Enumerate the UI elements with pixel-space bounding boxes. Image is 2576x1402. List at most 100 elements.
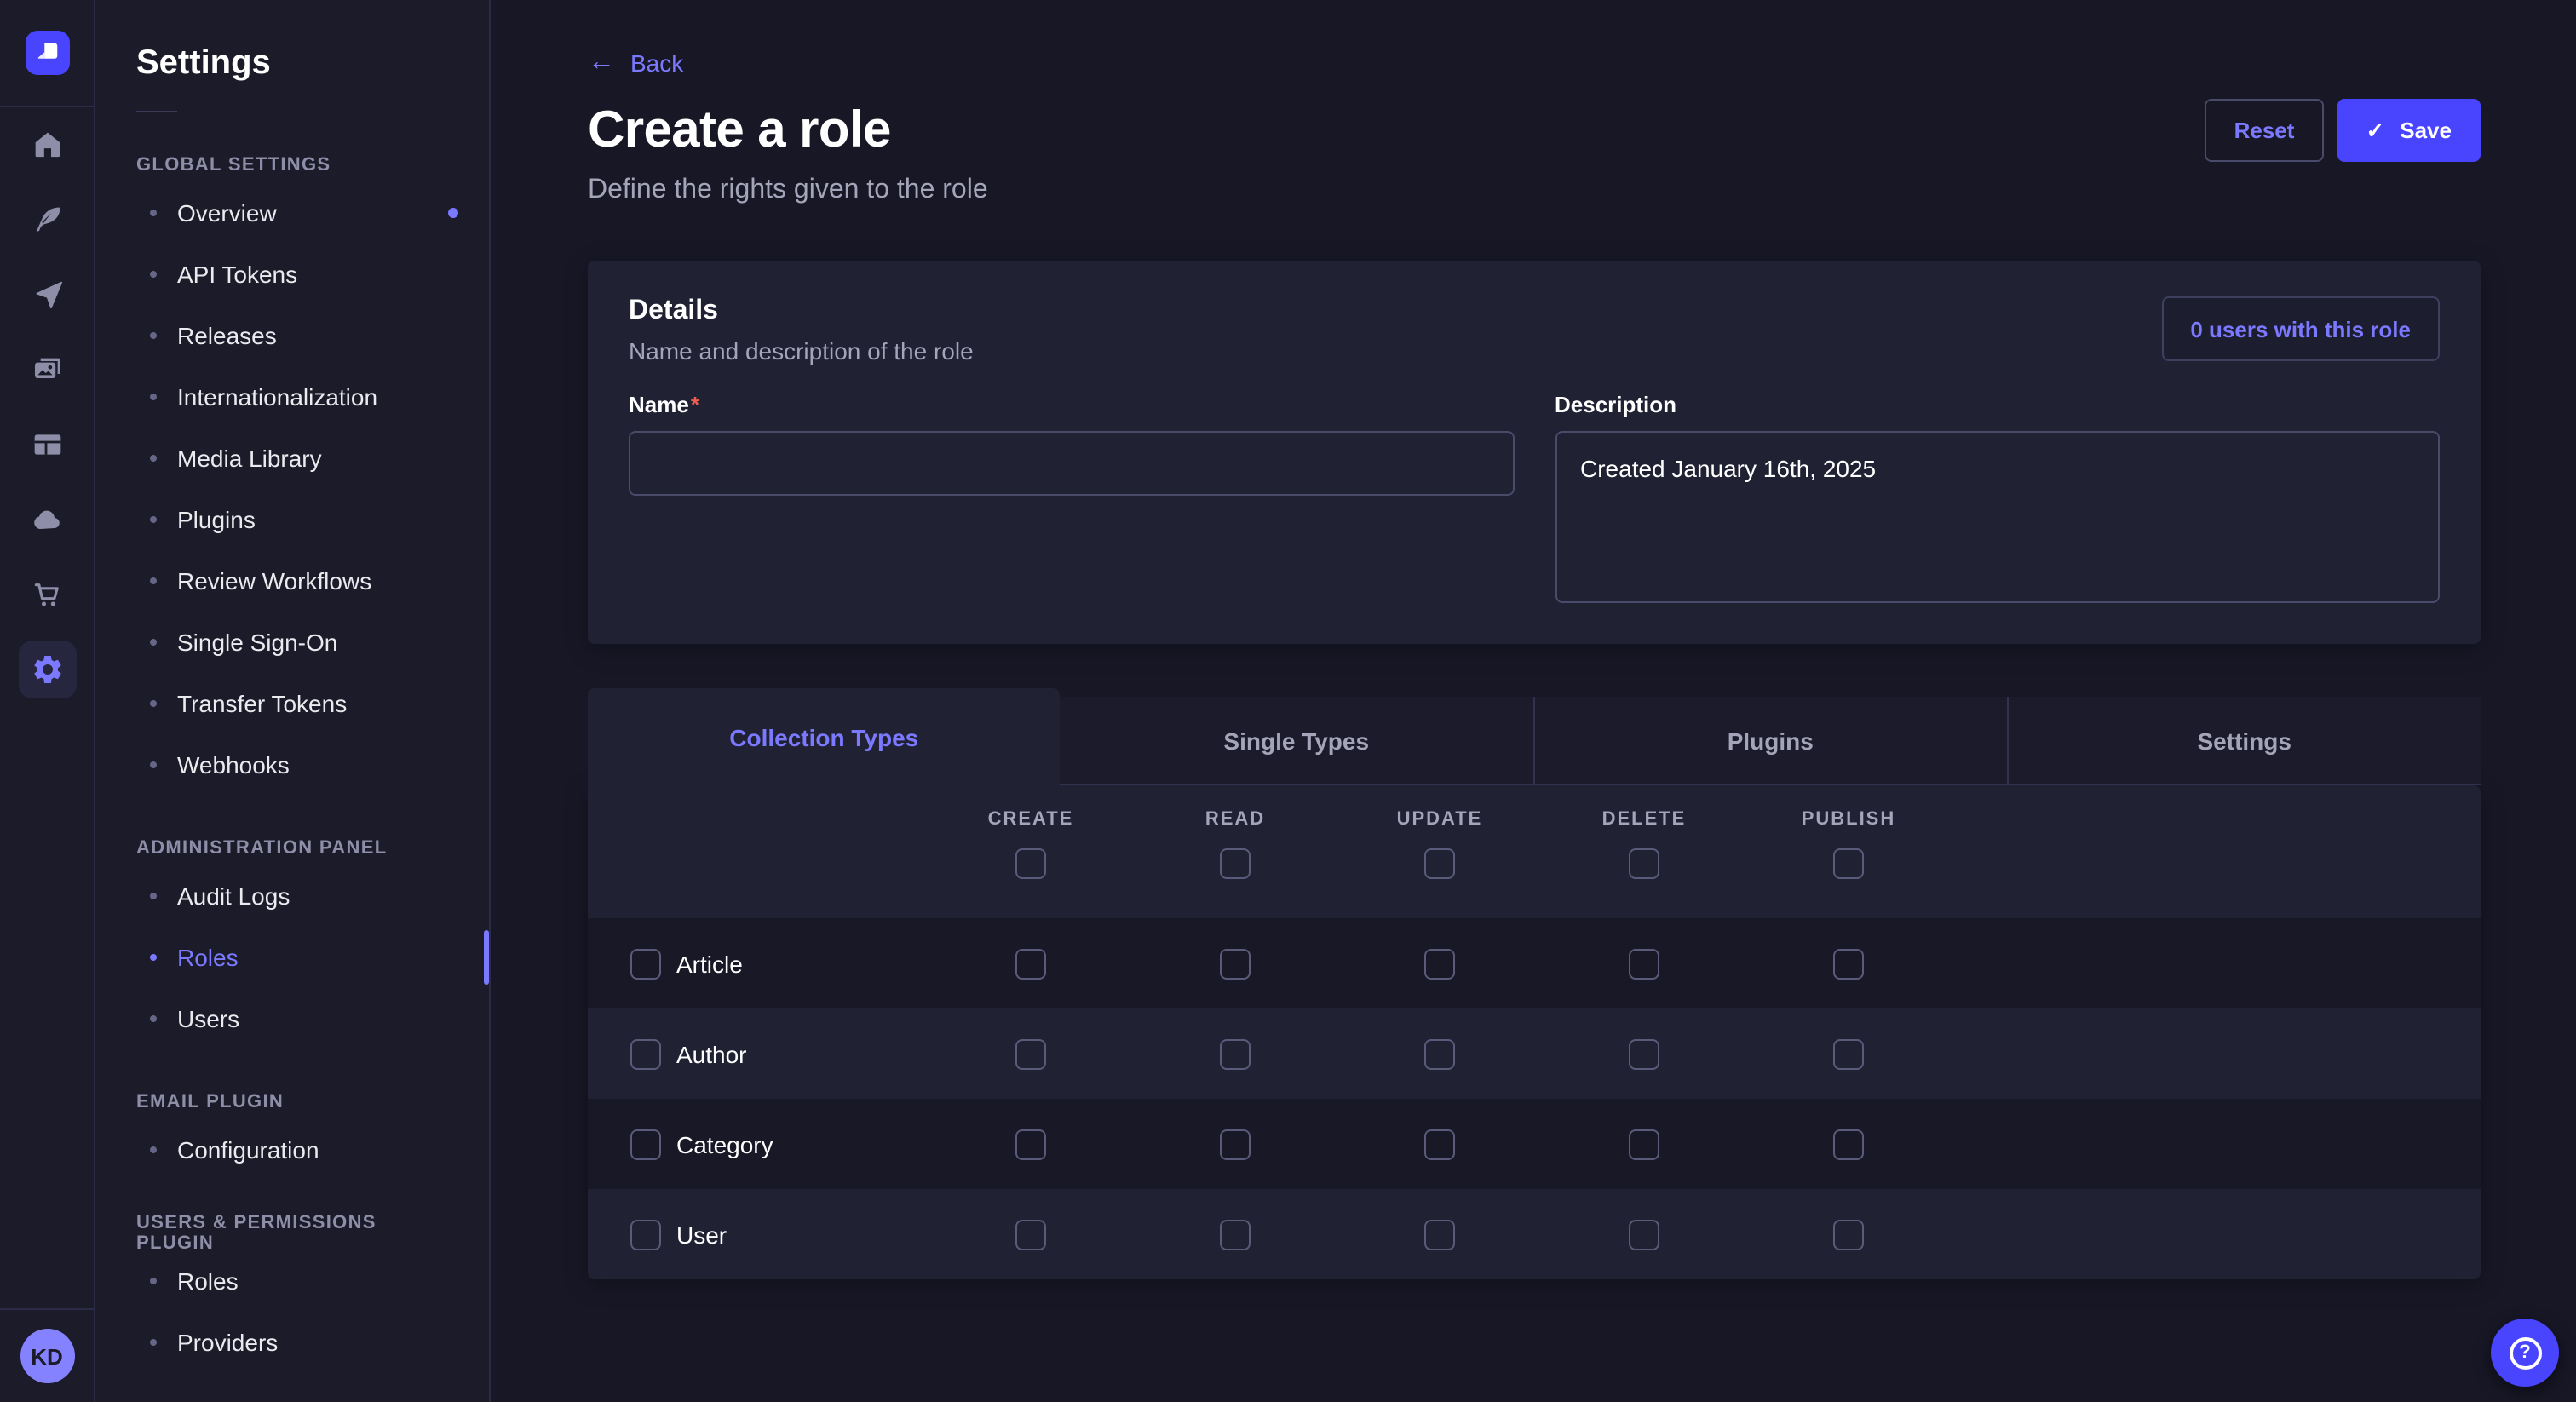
checkbox-user-update[interactable]	[1424, 1219, 1455, 1250]
settings-active-tile	[18, 641, 76, 698]
sidebar-item-webhooks[interactable]: Webhooks	[136, 734, 448, 796]
checkbox-category-delete[interactable]	[1629, 1129, 1659, 1159]
back-link[interactable]: ← Back	[588, 49, 683, 77]
active-item-indicator	[484, 930, 489, 985]
sidebar-item-plugins[interactable]: Plugins	[136, 489, 448, 550]
checkbox-all-create[interactable]	[1015, 848, 1046, 879]
checkbox-all-publish[interactable]	[1833, 848, 1864, 879]
table-row-category: Category	[588, 1099, 2481, 1189]
checkbox-row-author[interactable]	[630, 1038, 661, 1069]
sidebar-item-roles-up[interactable]: Roles	[136, 1250, 448, 1312]
user-avatar[interactable]: KD	[20, 1329, 74, 1383]
bullet-icon	[150, 332, 157, 339]
bullet-icon	[150, 210, 157, 216]
row-label-cell: Category	[588, 1129, 929, 1159]
sidebar-item-label: API Tokens	[177, 261, 297, 288]
sidebar-item-overview[interactable]: Overview	[136, 182, 448, 244]
help-button[interactable]: ?	[2491, 1319, 2559, 1387]
sidebar-item-configuration[interactable]: Configuration	[136, 1119, 448, 1181]
bullet-icon	[150, 1278, 157, 1284]
sidebar-item-media-library[interactable]: Media Library	[136, 428, 448, 489]
checkbox-category-update[interactable]	[1424, 1129, 1455, 1159]
checkbox-article-create[interactable]	[1015, 948, 1046, 979]
sidebar-item-roles-admin[interactable]: Roles	[136, 927, 448, 988]
header-spacer	[588, 785, 929, 918]
bullet-icon	[150, 639, 157, 646]
notification-dot	[448, 208, 458, 218]
name-field-group: Name*	[629, 392, 1514, 603]
bullet-icon	[150, 1339, 157, 1346]
tab-collection-types[interactable]: Collection Types	[588, 688, 1061, 785]
sidebar-item-label: Webhooks	[177, 751, 290, 779]
checkbox-article-delete[interactable]	[1629, 948, 1659, 979]
settings-gear-icon[interactable]	[0, 632, 95, 707]
checkbox-category-read[interactable]	[1220, 1129, 1251, 1159]
bullet-icon	[150, 394, 157, 400]
checkbox-author-delete[interactable]	[1629, 1038, 1659, 1069]
cloud-icon[interactable]	[0, 482, 95, 557]
checkbox-user-read[interactable]	[1220, 1219, 1251, 1250]
tab-plugins[interactable]: Plugins	[1532, 697, 2007, 785]
description-label: Description	[1555, 392, 2440, 417]
checkbox-all-delete[interactable]	[1629, 848, 1659, 879]
name-input[interactable]	[629, 431, 1514, 496]
sidebar-item-api-tokens[interactable]: API Tokens	[136, 244, 448, 305]
checkbox-author-update[interactable]	[1424, 1038, 1455, 1069]
checkbox-category-create[interactable]	[1015, 1129, 1046, 1159]
checkbox-author-publish[interactable]	[1833, 1038, 1864, 1069]
sidebar-item-releases[interactable]: Releases	[136, 305, 448, 366]
sidebar-item-transfer-tokens[interactable]: Transfer Tokens	[136, 673, 448, 734]
checkbox-row-article[interactable]	[630, 948, 661, 979]
checkbox-author-create[interactable]	[1015, 1038, 1046, 1069]
description-textarea[interactable]: Created January 16th, 2025	[1555, 431, 2440, 603]
sidebar-item-single-sign-on[interactable]: Single Sign-On	[136, 612, 448, 673]
users-with-role-button[interactable]: 0 users with this role	[2161, 296, 2440, 361]
back-arrow-icon: ←	[588, 49, 615, 77]
settings-subnav: Settings GLOBAL SETTINGS Overview API To…	[95, 0, 491, 1402]
bullet-icon	[150, 271, 157, 278]
layout-icon[interactable]	[0, 407, 95, 482]
checkbox-row-user[interactable]	[630, 1219, 661, 1250]
details-fields: Name* Description Created January 16th, …	[629, 392, 2440, 603]
sidebar-item-review-workflows[interactable]: Review Workflows	[136, 550, 448, 612]
checkbox-category-publish[interactable]	[1833, 1129, 1864, 1159]
page-title: Create a role	[588, 101, 891, 159]
feather-icon[interactable]	[0, 182, 95, 257]
sidebar-item-audit-logs[interactable]: Audit Logs	[136, 865, 448, 927]
tab-settings[interactable]: Settings	[2007, 697, 2481, 785]
checkbox-user-publish[interactable]	[1833, 1219, 1864, 1250]
reset-button[interactable]: Reset	[2205, 99, 2324, 162]
checkbox-user-delete[interactable]	[1629, 1219, 1659, 1250]
checkbox-all-update[interactable]	[1424, 848, 1455, 879]
tab-single-types[interactable]: Single Types	[1061, 697, 1533, 785]
table-row-user: User	[588, 1189, 2481, 1279]
home-icon[interactable]	[0, 107, 95, 182]
sidebar-item-providers[interactable]: Providers	[136, 1312, 448, 1373]
checkbox-author-read[interactable]	[1220, 1038, 1251, 1069]
column-create: CREATE	[929, 785, 1133, 918]
checkbox-article-read[interactable]	[1220, 948, 1251, 979]
bullet-icon	[150, 893, 157, 899]
checkbox-row-category[interactable]	[630, 1129, 661, 1159]
checkbox-article-update[interactable]	[1424, 948, 1455, 979]
paper-plane-icon[interactable]	[0, 257, 95, 332]
name-label: Name*	[629, 392, 1514, 417]
main-content: ← Back Create a role Reset ✓ Save Define…	[491, 0, 2576, 1402]
checkbox-user-create[interactable]	[1015, 1219, 1046, 1250]
check-icon: ✓	[2366, 117, 2384, 144]
sidebar-item-label: Transfer Tokens	[177, 690, 347, 717]
save-button[interactable]: ✓ Save	[2337, 99, 2481, 162]
permissions-panel: CREATE READ UPDATE DELETE	[588, 785, 2481, 1279]
sidebar-item-label: Overview	[177, 199, 277, 227]
subnav-divider	[136, 111, 177, 112]
details-subtitle: Name and description of the role	[629, 337, 974, 365]
strapi-logo[interactable]	[25, 31, 69, 75]
checkbox-article-publish[interactable]	[1833, 948, 1864, 979]
row-label: Article	[676, 950, 743, 977]
sidebar-item-internationalization[interactable]: Internationalization	[136, 366, 448, 428]
sidebar-item-users[interactable]: Users	[136, 988, 448, 1049]
media-library-icon[interactable]	[0, 332, 95, 407]
cart-icon[interactable]	[0, 557, 95, 632]
column-delete: DELETE	[1542, 785, 1746, 918]
checkbox-all-read[interactable]	[1220, 848, 1251, 879]
